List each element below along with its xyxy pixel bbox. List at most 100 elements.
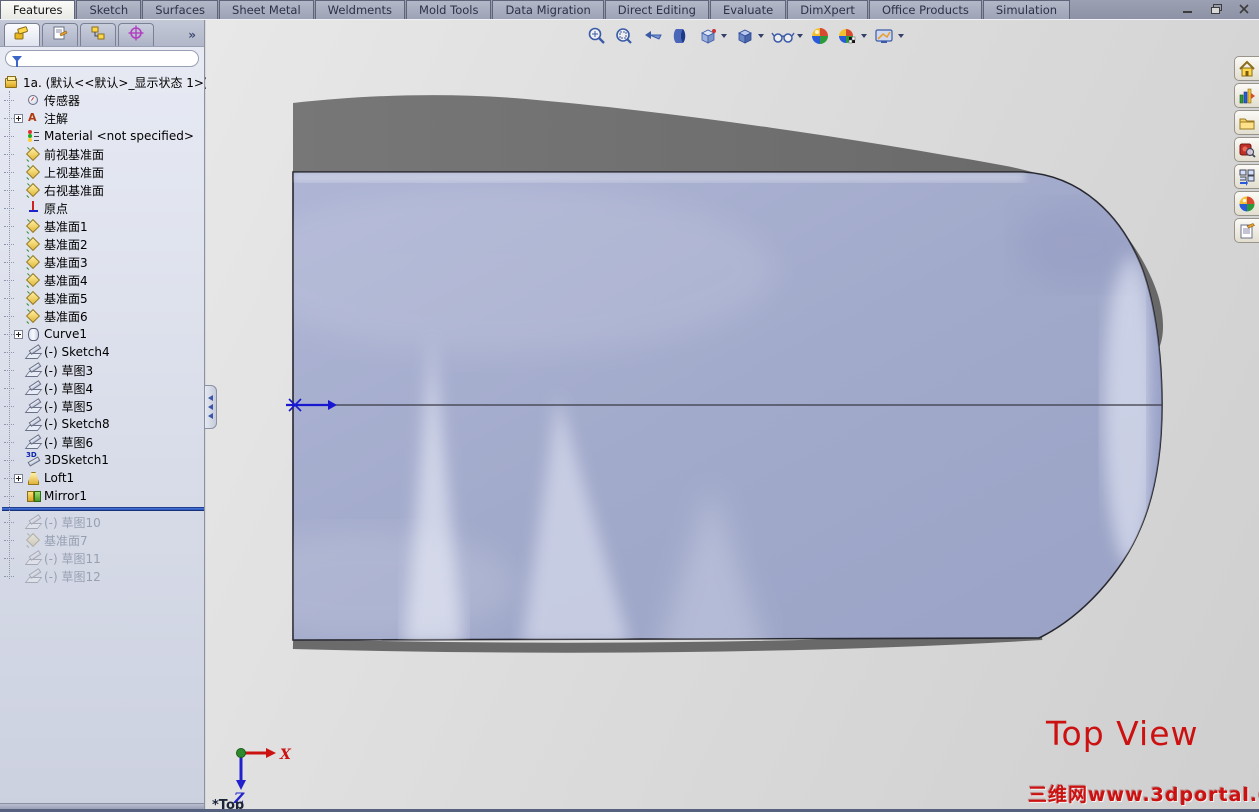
filter-row	[0, 47, 204, 70]
command-tab[interactable]: Sketch	[76, 0, 141, 19]
tree-item[interactable]: 前视基准面	[2, 145, 204, 163]
command-tab[interactable]: Weldments	[315, 0, 405, 19]
tree-item[interactable]: (-) 草图3	[2, 361, 204, 379]
panel-bottom-scrollbar[interactable]	[0, 803, 204, 809]
command-tab[interactable]: Mold Tools	[406, 0, 491, 19]
tree-item[interactable]: (-) 草图4	[2, 379, 204, 397]
tree-item[interactable]: (-) Sketch8	[2, 415, 204, 433]
command-tab[interactable]: Features	[0, 0, 75, 19]
command-tab[interactable]: Sheet Metal	[219, 0, 314, 19]
search-icon	[1238, 141, 1256, 159]
previous-view-button[interactable]	[640, 25, 664, 47]
tree-item[interactable]: (-) 草图5	[2, 397, 204, 415]
tree-item-icon	[26, 435, 40, 449]
tree-item[interactable]: (-) Sketch4	[2, 343, 204, 361]
tree-guide	[4, 442, 14, 443]
tree-item[interactable]: 注解	[2, 109, 204, 127]
tree-item[interactable]: 上视基准面	[2, 163, 204, 181]
design-library-icon	[1238, 87, 1256, 105]
tab-configurationmanager[interactable]	[80, 23, 116, 46]
panel-tabs-overflow-icon[interactable]: »	[188, 28, 200, 46]
minimize-button[interactable]	[1181, 3, 1195, 15]
tree-item[interactable]: Loft1	[2, 469, 204, 487]
tree-item-label: Material <not specified>	[44, 129, 194, 143]
custom-properties-tab[interactable]	[1234, 218, 1259, 243]
tab-propertymanager[interactable]	[42, 23, 78, 46]
tree-item[interactable]: 传感器	[2, 91, 204, 109]
tree-item[interactable]: Material <not specified>	[2, 127, 204, 145]
tree-item-label: 注解	[44, 110, 68, 127]
appearances-scenes-tab[interactable]	[1234, 191, 1259, 216]
tree-item[interactable]: 3DSketch1	[2, 451, 204, 469]
zoom-to-area-button[interactable]	[613, 25, 635, 47]
restore-button[interactable]	[1209, 3, 1223, 15]
command-tab-label: Mold Tools	[419, 3, 478, 17]
expand-plus-icon[interactable]	[14, 114, 23, 123]
tree-item-label: (-) 草图10	[44, 514, 101, 531]
apply-scene-button[interactable]	[836, 25, 868, 47]
tab-dimxpertmanager[interactable]	[118, 23, 154, 46]
view-settings-button[interactable]	[873, 25, 905, 47]
hide-show-items-button[interactable]	[770, 25, 804, 47]
tree-item-icon	[26, 273, 40, 287]
expand-plus-icon[interactable]	[14, 474, 23, 483]
tree-item[interactable]: 基准面2	[2, 235, 204, 253]
tree-item[interactable]: 基准面3	[2, 253, 204, 271]
command-tab[interactable]: Simulation	[983, 0, 1070, 19]
tree-item[interactable]: 基准面5	[2, 289, 204, 307]
edit-appearance-button[interactable]	[809, 25, 831, 47]
tree-item-icon	[26, 327, 40, 341]
graphics-viewport[interactable]: X Z *Top	[206, 20, 1259, 809]
display-style-button[interactable]	[733, 25, 765, 47]
tree-root-item[interactable]: 1a. (默认<<默认>_显示状态 1>)	[2, 73, 204, 91]
tree-item-icon	[26, 489, 40, 503]
command-tab[interactable]: Surfaces	[142, 0, 218, 19]
tree-item[interactable]: Mirror1	[2, 487, 204, 505]
tree-item[interactable]: 基准面6	[2, 307, 204, 325]
view-annotation-label: Top View	[1046, 714, 1199, 753]
tree-children: 传感器 注解 M	[2, 91, 204, 585]
command-tab[interactable]: Office Products	[869, 0, 982, 19]
tree-item[interactable]: 右视基准面	[2, 181, 204, 199]
zoom-to-fit-button[interactable]	[586, 25, 608, 47]
command-tab[interactable]: Data Migration	[492, 0, 603, 19]
tree-item-icon	[26, 183, 40, 197]
tree-item[interactable]: 基准面1	[2, 217, 204, 235]
design-library-tab[interactable]	[1234, 83, 1259, 108]
tree-guide	[4, 262, 14, 263]
tree-item-label: 传感器	[44, 92, 80, 109]
tree-item-icon	[26, 363, 40, 377]
tree-item[interactable]: 原点	[2, 199, 204, 217]
tree-item[interactable]: (-) 草图12	[2, 567, 204, 585]
rollback-bar[interactable]	[2, 507, 204, 511]
solidworks-search-tab[interactable]	[1234, 137, 1259, 162]
expand-plus-icon[interactable]	[14, 330, 23, 339]
panel-splitter-handle[interactable]	[205, 385, 217, 429]
tree-item[interactable]: 基准面7	[2, 531, 204, 549]
tree-item-label: (-) 草图5	[44, 398, 93, 415]
command-tab[interactable]: Direct Editing	[605, 0, 709, 19]
tree-guide	[4, 370, 14, 371]
command-tab-label: DimXpert	[800, 3, 855, 17]
section-view-button[interactable]	[669, 25, 691, 47]
reference-triad: X Z *Top	[212, 747, 292, 809]
tree-item[interactable]: (-) 草图10	[2, 513, 204, 531]
close-icon[interactable]	[1237, 3, 1251, 15]
file-explorer-tab[interactable]	[1234, 110, 1259, 135]
view-palette-tab[interactable]	[1234, 164, 1259, 189]
tree-item[interactable]: 基准面4	[2, 271, 204, 289]
tree-guide	[4, 558, 14, 559]
solidworks-resources-tab[interactable]	[1234, 56, 1259, 81]
tree-item-icon	[26, 255, 40, 269]
tab-featuremanager-design-tree[interactable]	[4, 23, 40, 46]
tree-item[interactable]: (-) 草图6	[2, 433, 204, 451]
tree-item-icon	[26, 417, 40, 431]
tree-item[interactable]: Curve1	[2, 325, 204, 343]
tree-filter-input[interactable]	[5, 50, 199, 67]
tree-item[interactable]: (-) 草图11	[2, 549, 204, 567]
view-orientation-button[interactable]	[696, 25, 728, 47]
command-tab[interactable]: Evaluate	[710, 0, 786, 19]
command-tab[interactable]: DimXpert	[787, 0, 868, 19]
tree-root-label: 1a. (默认<<默认>_显示状态 1>)	[23, 74, 209, 91]
tree-item-label: 基准面5	[44, 290, 88, 307]
